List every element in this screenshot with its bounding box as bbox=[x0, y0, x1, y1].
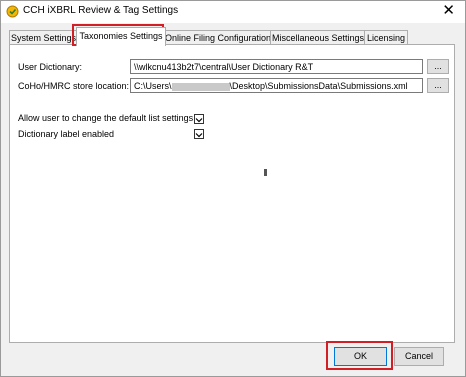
app-logo-icon bbox=[6, 5, 19, 18]
tab-taxonomies-settings[interactable]: Taxonomies Settings bbox=[76, 27, 166, 46]
dictionary-label-enabled-label: Dictionary label enabled bbox=[18, 129, 115, 139]
coho-store-browse-button[interactable]: ... bbox=[427, 78, 449, 93]
coho-store-path-suffix: \Desktop\SubmissionsData\Submissions.xml bbox=[229, 81, 408, 91]
tab-online-filing-configuration[interactable]: Online Filing Configuration bbox=[164, 30, 272, 45]
coho-store-path-prefix: C:\Users\ bbox=[134, 81, 172, 91]
dictionary-label-enabled-checkbox[interactable] bbox=[194, 129, 204, 139]
ok-button[interactable]: OK bbox=[334, 347, 387, 366]
settings-dialog: CCH iXBRL Review & Tag Settings ✕ System… bbox=[0, 0, 466, 377]
tab-panel-taxonomies: User Dictionary: \\wlkcnu413b2t7\central… bbox=[9, 44, 455, 343]
user-dictionary-label: User Dictionary: bbox=[18, 62, 83, 72]
text-cursor-icon bbox=[264, 169, 267, 176]
tab-miscellaneous-settings[interactable]: Miscellaneous Settings bbox=[270, 30, 366, 45]
user-dictionary-field[interactable]: \\wlkcnu413b2t7\central\User Dictionary … bbox=[130, 59, 423, 74]
user-dictionary-browse-button[interactable]: ... bbox=[427, 59, 449, 74]
cancel-button[interactable]: Cancel bbox=[394, 347, 444, 366]
title-bar: CCH iXBRL Review & Tag Settings ✕ bbox=[1, 1, 465, 23]
coho-store-label: CoHo/HMRC store location: bbox=[18, 81, 130, 91]
check-icon bbox=[195, 118, 203, 123]
allow-change-list-checkbox[interactable] bbox=[194, 114, 204, 124]
window-title: CCH iXBRL Review & Tag Settings bbox=[23, 5, 179, 16]
tab-system-settings[interactable]: System Settings bbox=[9, 30, 78, 45]
coho-store-field[interactable]: C:\Users\ \Desktop\SubmissionsData\Submis… bbox=[130, 78, 423, 93]
allow-change-list-label: Allow user to change the default list se… bbox=[18, 113, 194, 123]
redacted-username bbox=[171, 82, 230, 91]
close-icon[interactable]: ✕ bbox=[442, 2, 455, 20]
check-icon bbox=[195, 133, 203, 138]
tab-licensing[interactable]: Licensing bbox=[364, 30, 408, 45]
